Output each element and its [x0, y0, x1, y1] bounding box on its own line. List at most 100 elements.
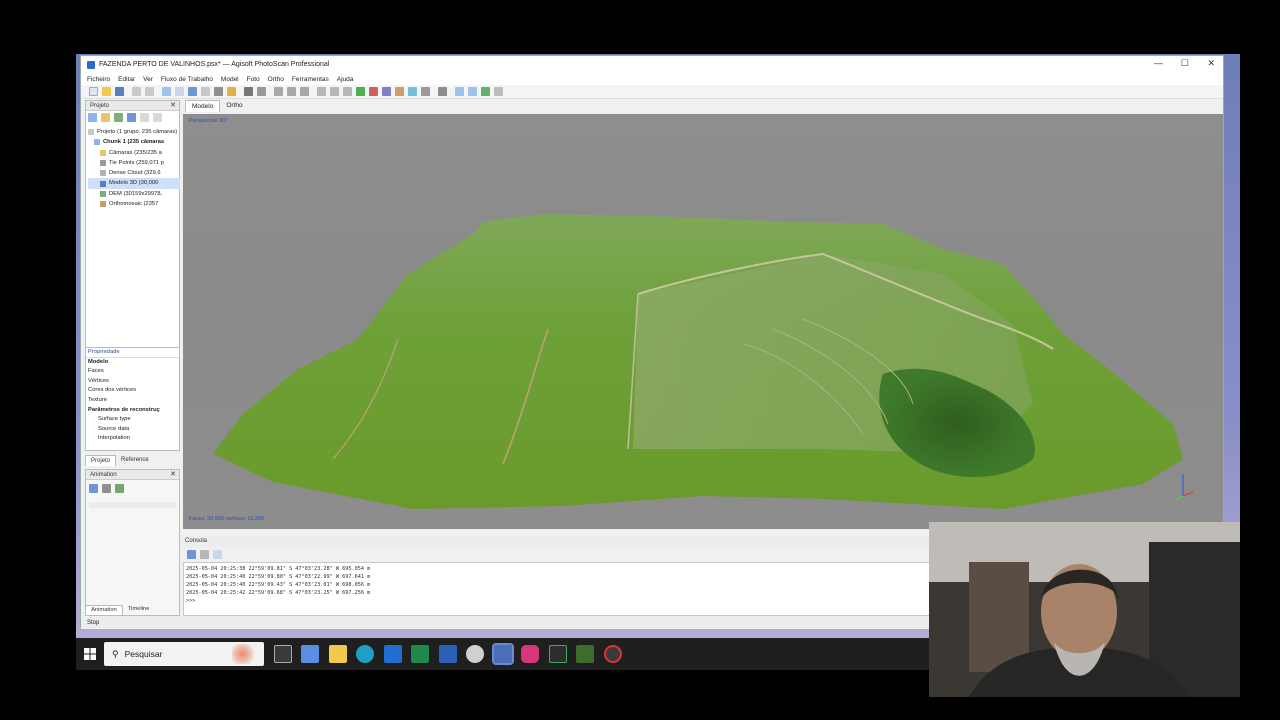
instagram-icon[interactable] — [521, 645, 539, 663]
menu-ortho[interactable]: Ortho — [268, 76, 284, 83]
maximize-button[interactable]: ☐ — [1181, 58, 1189, 69]
dem-view-icon[interactable] — [408, 87, 417, 96]
menu-ajuda[interactable]: Ajuda — [337, 76, 354, 83]
animation-close-icon[interactable]: ✕ — [170, 470, 176, 480]
points-view-icon[interactable] — [343, 87, 352, 96]
outlook-icon[interactable] — [383, 645, 402, 663]
console-output[interactable]: 2025-05-04 20:25:38 22°59'09.81" S 47°03… — [183, 562, 931, 616]
animation-scrollbar[interactable] — [89, 502, 177, 508]
solid-icon[interactable] — [369, 87, 378, 96]
tab-timeline[interactable]: Timeline — [123, 605, 155, 615]
wireframe-icon[interactable] — [382, 87, 391, 96]
add-chunk-icon[interactable] — [88, 113, 97, 122]
menu-model[interactable]: Model — [221, 76, 239, 83]
animation-panel: Animation ✕ — [85, 469, 180, 616]
tree-item[interactable]: Modelo 3D (30,000 — [88, 178, 180, 189]
menu-ver[interactable]: Ver — [143, 76, 153, 83]
pencil-icon[interactable] — [227, 87, 236, 96]
console-clear-icon[interactable] — [200, 550, 209, 559]
feather-icon[interactable] — [466, 645, 484, 663]
terminal-icon[interactable] — [548, 645, 567, 663]
delete-icon[interactable] — [244, 87, 253, 96]
menu-foto[interactable]: Foto — [247, 76, 260, 83]
property-row[interactable]: Surface type — [86, 415, 179, 425]
menu-editar[interactable]: Editar — [118, 76, 135, 83]
save-icon[interactable] — [115, 87, 124, 96]
undo-icon[interactable] — [132, 87, 141, 96]
property-row[interactable]: Vértices — [86, 377, 179, 387]
new-track-icon[interactable] — [89, 484, 98, 493]
model-viewport[interactable]: Perspective 30° Faces: 30,000 vertices: … — [183, 114, 1223, 529]
track-settings-icon[interactable] — [102, 484, 111, 493]
taskbar-search[interactable]: ⚲ Pesquisar — [104, 642, 264, 666]
zoom-in-icon[interactable] — [274, 87, 283, 96]
new-icon[interactable] — [89, 87, 98, 96]
start-button[interactable] — [76, 638, 104, 670]
tab-projeto[interactable]: Projeto — [85, 455, 117, 466]
property-row[interactable]: Faces — [86, 367, 179, 377]
check-icon[interactable] — [481, 87, 490, 96]
tree-item[interactable]: Câmaras (235/235 a — [88, 148, 180, 158]
remove-icon[interactable] — [140, 113, 149, 122]
grid-icon[interactable] — [330, 87, 339, 96]
open-icon[interactable] — [102, 87, 111, 96]
points-icon — [100, 160, 106, 167]
tab-ortho[interactable]: Ortho — [220, 100, 248, 112]
nvidia-icon[interactable] — [576, 645, 594, 663]
rect-select-icon[interactable] — [175, 87, 184, 96]
tree-item[interactable]: Chunk 1 (235 câmaras — [88, 137, 180, 147]
edge-icon[interactable] — [356, 645, 374, 663]
tree-item[interactable]: Dense Cloud (329,6 — [88, 168, 180, 178]
redo-icon[interactable] — [145, 87, 154, 96]
ruler-icon[interactable] — [214, 87, 223, 96]
navigation-icon[interactable] — [162, 87, 171, 96]
panel-close-icon[interactable]: ✕ — [170, 101, 176, 111]
add-keyframe-icon[interactable] — [115, 484, 124, 493]
property-row[interactable]: Source data — [86, 425, 179, 435]
camera-icon[interactable] — [438, 87, 447, 96]
ortho-view-icon[interactable] — [421, 87, 430, 96]
property-row[interactable]: Cores dos vértices — [86, 386, 179, 396]
tree-item[interactable]: Orthomosaic (2357 — [88, 199, 180, 209]
move-icon[interactable] — [300, 87, 309, 96]
console-script-icon[interactable] — [213, 550, 222, 559]
sphere-icon[interactable] — [188, 87, 197, 96]
tree-item[interactable]: Tie Points (259,071 p — [88, 158, 180, 168]
close-button[interactable]: ✕ — [1207, 58, 1215, 69]
point-icon[interactable] — [201, 87, 210, 96]
property-row[interactable]: Modelo — [86, 358, 179, 368]
word-icon[interactable] — [438, 645, 457, 663]
enable-icon[interactable] — [153, 113, 162, 122]
add-marker-icon[interactable] — [127, 113, 136, 122]
tab-reference[interactable]: Reference — [116, 455, 154, 466]
tab-modelo[interactable]: Modelo — [185, 100, 221, 112]
minimize-button[interactable]: — — [1154, 58, 1163, 68]
textured-icon[interactable] — [395, 87, 404, 96]
tree-item[interactable]: DEM (30159x29978, — [88, 189, 180, 199]
tab-animation[interactable]: Animation — [85, 605, 123, 615]
photoscan-icon[interactable] — [491, 643, 514, 665]
tree-item[interactable]: Projeto (1 grupo, 235 câmaras) — [88, 127, 180, 137]
model-select-icon[interactable] — [455, 87, 464, 96]
property-row[interactable]: Interpolation — [86, 434, 179, 444]
zoom-out-icon[interactable] — [287, 87, 296, 96]
file-explorer-icon[interactable] — [328, 645, 347, 663]
clear-icon[interactable] — [494, 87, 503, 96]
add-photos-icon[interactable] — [101, 113, 110, 122]
menu-fluxo[interactable]: Fluxo de Trabalho — [161, 76, 213, 83]
store-icon[interactable] — [301, 645, 319, 663]
menu-ferramentas[interactable]: Ferramentas — [292, 76, 329, 83]
property-row[interactable]: Texture — [86, 396, 179, 406]
crop-icon[interactable] — [257, 87, 266, 96]
menu-ficheiro[interactable]: Ficheiro — [87, 76, 110, 83]
console-save-icon[interactable] — [187, 550, 196, 559]
record-icon[interactable] — [603, 645, 622, 663]
free-form-icon[interactable] — [468, 87, 477, 96]
property-row[interactable]: Parâmetros de reconstruç — [86, 406, 179, 416]
excel-icon[interactable] — [411, 645, 429, 663]
task-view-icon[interactable] — [273, 645, 292, 663]
app-icon — [87, 60, 95, 69]
add-folder-icon[interactable] — [114, 113, 123, 122]
cameras-icon[interactable] — [317, 87, 326, 96]
shaded-icon[interactable] — [356, 87, 365, 96]
